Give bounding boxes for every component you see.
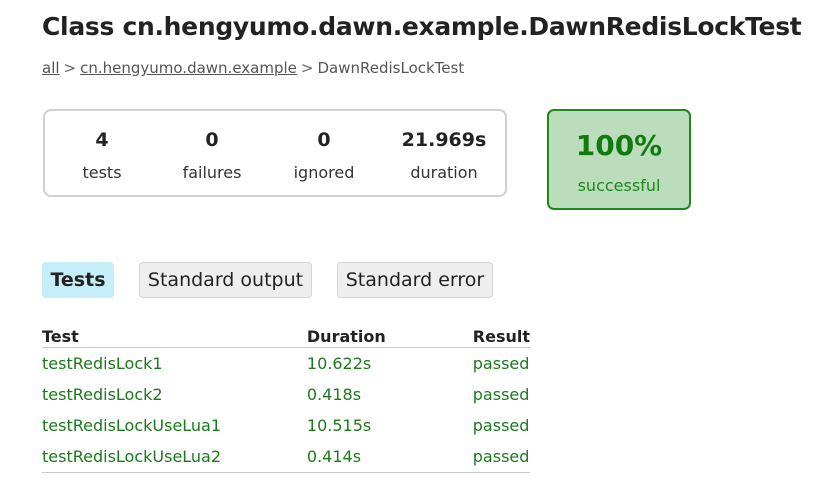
breadcrumb: all > cn.hengyumo.dawn.example > DawnRedisLo…: [42, 59, 464, 77]
breadcrumb-link-all[interactable]: all: [42, 59, 60, 77]
column-header-duration: Duration: [306, 325, 473, 348]
test-result-cell: passed: [472, 385, 530, 404]
column-header-test: Test: [42, 325, 307, 348]
summary-box: 4 tests 0 failures 0 ignored 21.969s dur…: [43, 109, 507, 197]
success-label: successful: [577, 176, 661, 195]
test-name-cell: testRedisLockUseLua1: [42, 416, 222, 435]
breadcrumb-current: DawnRedisLockTest: [317, 59, 465, 77]
table-row: testRedisLock1 10.622s passed: [42, 348, 530, 380]
test-result-cell: passed: [472, 416, 530, 435]
tests-label: tests: [82, 163, 122, 182]
table-header-row: Test Duration Result: [42, 325, 530, 348]
tab-tests[interactable]: Tests: [42, 262, 114, 298]
test-duration-cell: 0.414s: [306, 441, 473, 473]
failures-counter: 0 failures: [167, 111, 257, 195]
breadcrumb-separator: >: [300, 59, 314, 77]
test-duration-cell: 0.418s: [306, 385, 362, 404]
tab-standard-error[interactable]: Standard error: [337, 262, 493, 298]
test-duration-cell: 10.622s: [306, 354, 372, 373]
tab-standard-output[interactable]: Standard output: [139, 262, 312, 298]
success-rate-box: 100% successful: [547, 109, 691, 210]
duration-label: duration: [410, 163, 478, 182]
failures-count: 0: [205, 129, 219, 151]
ignored-count: 0: [317, 129, 331, 151]
test-duration-cell: 10.515s: [306, 416, 372, 435]
test-result-cell: passed: [472, 441, 530, 473]
breadcrumb-link-package[interactable]: cn.hengyumo.dawn.example: [80, 59, 297, 77]
table-row: testRedisLockUseLua1 10.515s passed: [42, 410, 530, 441]
test-report-page: Class cn.hengyumo.dawn.example.DawnRedis…: [0, 0, 833, 502]
success-percent: 100%: [575, 129, 663, 162]
table-row: testRedisLock2 0.418s passed: [42, 379, 530, 410]
ignored-label: ignored: [293, 163, 355, 182]
ignored-counter: 0 ignored: [279, 111, 369, 195]
duration-counter: 21.969s duration: [389, 111, 499, 195]
tests-counter: 4 tests: [57, 111, 147, 195]
column-header-result: Result: [472, 325, 530, 348]
page-title: Class cn.hengyumo.dawn.example.DawnRedis…: [42, 12, 802, 41]
table-row: testRedisLockUseLua2 0.414s passed: [42, 441, 530, 473]
failures-label: failures: [182, 163, 242, 182]
duration-value: 21.969s: [401, 129, 487, 151]
test-result-cell: passed: [472, 354, 530, 373]
test-name-cell: testRedisLock1: [42, 354, 163, 373]
test-name-cell: testRedisLock2: [42, 385, 163, 404]
test-name-cell: testRedisLockUseLua2: [42, 441, 307, 473]
tests-count: 4: [95, 129, 109, 151]
test-results-table: Test Duration Result testRedisLock1 10.6…: [42, 325, 530, 473]
breadcrumb-separator: >: [63, 59, 77, 77]
